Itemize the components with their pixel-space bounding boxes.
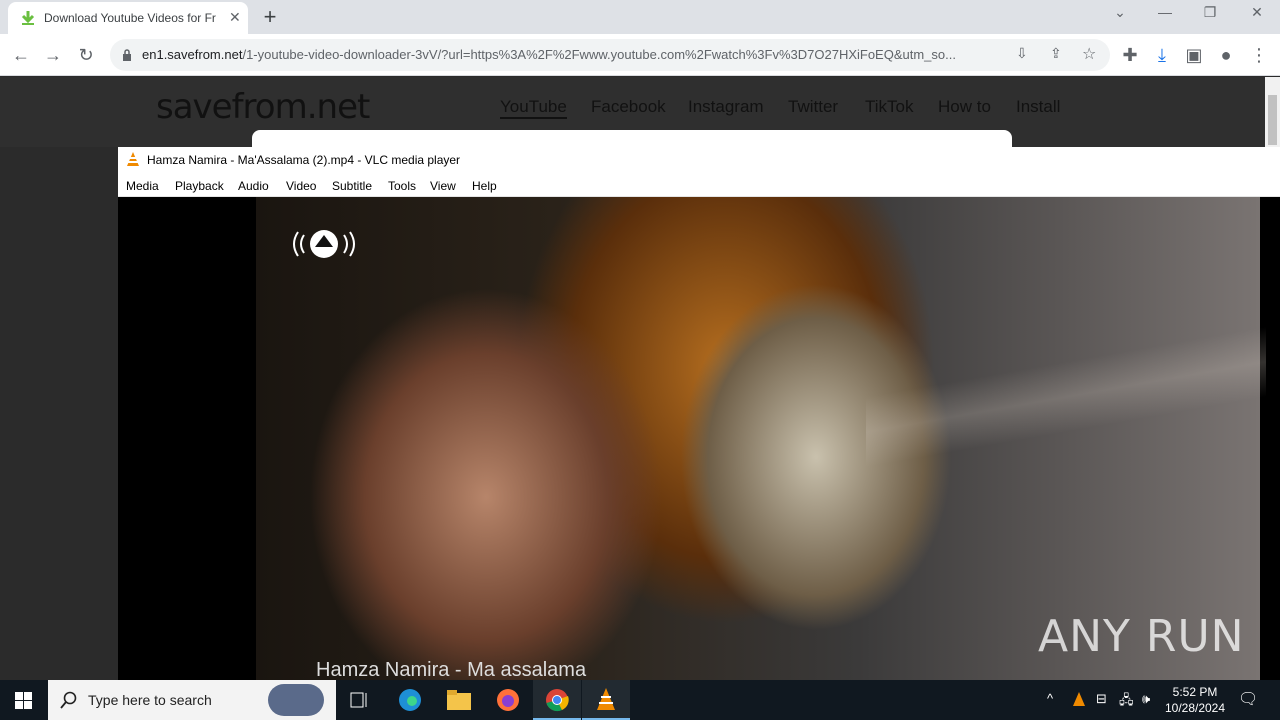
nav-twitter[interactable]: Twitter — [788, 97, 838, 117]
nav-how-to[interactable]: How to — [938, 97, 991, 117]
vlc-title-bar[interactable]: Hamza Namira - Ma'Assalama (2).mp4 - VLC… — [118, 147, 1280, 173]
menu-audio[interactable]: Audio — [238, 179, 269, 193]
browser-toolbar: ← → ↻ en1.savefrom.net/1-youtube-video-d… — [0, 34, 1280, 76]
chrome-icon[interactable] — [533, 680, 581, 720]
search-icon — [60, 691, 77, 709]
browser-tab[interactable]: Download Youtube Videos for Free ✕ — [8, 2, 248, 34]
tab-title: Download Youtube Videos for Free — [44, 11, 216, 25]
back-arrow-icon[interactable]: ← — [8, 42, 34, 68]
network-icon[interactable]: 🖧 — [1119, 691, 1134, 713]
anyrun-watermark: ANY RUN — [1038, 611, 1245, 662]
volume-icon[interactable]: 🕪 — [1142, 691, 1150, 707]
restore-button[interactable]: ❐ — [1190, 4, 1230, 21]
channel-logo-icon — [293, 230, 355, 258]
start-button[interactable] — [0, 680, 48, 720]
menu-playback[interactable]: Playback — [175, 179, 224, 193]
bookmark-star-icon[interactable]: ☆ — [1082, 44, 1096, 64]
notifications-icon[interactable]: 🗨 — [1238, 689, 1258, 709]
oud-strings — [866, 257, 1266, 537]
clock-time: 5:52 PM — [1172, 685, 1218, 699]
reload-icon[interactable]: ↻ — [73, 42, 99, 68]
taskbar-search-box[interactable]: Type here to search — [48, 680, 336, 720]
task-view-icon[interactable] — [336, 680, 384, 720]
site-logo[interactable]: savefrom.net — [156, 87, 370, 127]
windows-taskbar: Type here to search ^ ⊟ 🖧 🕪 5:52 PM 10/2… — [0, 680, 1280, 720]
tab-search-chevron-icon[interactable]: ⌄ — [1100, 4, 1140, 21]
address-bar[interactable]: en1.savefrom.net/1-youtube-video-downloa… — [110, 39, 1110, 71]
show-hidden-icons-chevron-icon[interactable]: ^ — [1047, 691, 1053, 706]
extensions-puzzle-icon[interactable]: ✚ — [1117, 42, 1143, 68]
downloads-icon[interactable]: ⤓ — [1149, 42, 1175, 68]
video-display[interactable]: Hamza Namira - Ma assalama ANY RUN — [118, 197, 1280, 680]
device-tray-icon[interactable]: ⊟ — [1096, 691, 1107, 707]
vlc-cone-icon — [127, 152, 139, 166]
nav-install[interactable]: Install — [1016, 97, 1060, 117]
new-tab-button[interactable]: + — [258, 4, 282, 30]
vlc-tray-icon[interactable] — [1072, 692, 1086, 708]
forward-arrow-icon[interactable]: → — [40, 42, 66, 68]
menu-help[interactable]: Help — [472, 179, 497, 193]
lock-icon — [123, 49, 131, 61]
page-scrollbar[interactable] — [1265, 77, 1280, 147]
nav-tiktok[interactable]: TikTok — [865, 97, 914, 117]
nav-youtube[interactable]: YouTube — [500, 97, 567, 119]
menu-media[interactable]: Media — [126, 179, 159, 193]
minimize-button[interactable]: — — [1145, 4, 1185, 20]
menu-video[interactable]: Video — [286, 179, 316, 193]
nav-instagram[interactable]: Instagram — [688, 97, 764, 117]
system-clock[interactable]: 5:52 PM 10/28/2024 — [1162, 684, 1228, 716]
clock-date: 10/28/2024 — [1164, 701, 1226, 715]
search-placeholder: Type here to search — [88, 692, 212, 708]
share-icon[interactable]: ⇪ — [1050, 45, 1062, 62]
side-panel-icon[interactable]: ▣ — [1181, 42, 1207, 68]
menu-tools[interactable]: Tools — [388, 179, 416, 193]
close-window-button[interactable]: ✕ — [1237, 4, 1277, 21]
windows-logo-icon — [15, 692, 32, 709]
profile-avatar-icon[interactable]: ● — [1213, 42, 1239, 68]
scrollbar-thumb[interactable] — [1268, 95, 1277, 145]
savefrom-favicon-icon — [21, 11, 35, 25]
video-frame — [256, 197, 1266, 680]
vlc-taskbar-icon[interactable] — [582, 680, 630, 720]
install-app-icon[interactable]: ⇩ — [1016, 45, 1028, 62]
search-highlight-image — [268, 684, 324, 716]
firefox-icon[interactable] — [484, 680, 532, 720]
chrome-menu-icon[interactable]: ⋮ — [1246, 42, 1272, 68]
vlc-window-title: Hamza Namira - Ma'Assalama (2).mp4 - VLC… — [147, 153, 461, 167]
tab-close-icon[interactable]: ✕ — [229, 9, 241, 26]
vlc-menu-bar: Media Playback Audio Video Subtitle Tool… — [118, 173, 1280, 197]
menu-view[interactable]: View — [430, 179, 456, 193]
nav-facebook[interactable]: Facebook — [591, 97, 666, 117]
edge-browser-icon[interactable] — [386, 680, 434, 720]
menu-subtitle[interactable]: Subtitle — [332, 179, 372, 193]
video-caption: Hamza Namira - Ma assalama — [316, 659, 587, 680]
browser-tab-bar: Download Youtube Videos for Free ✕ + ⌄ —… — [0, 0, 1280, 34]
vlc-window: Hamza Namira - Ma'Assalama (2).mp4 - VLC… — [118, 147, 1280, 680]
url-text: en1.savefrom.net/1-youtube-video-downloa… — [142, 47, 956, 62]
file-explorer-icon[interactable] — [435, 680, 483, 720]
